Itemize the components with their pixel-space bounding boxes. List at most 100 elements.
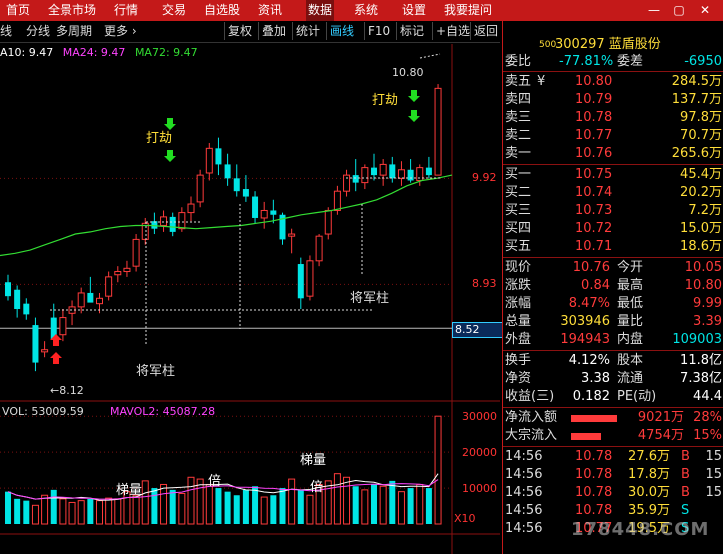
stat-value: 9.99 xyxy=(693,296,722,311)
ask-row[interactable]: 卖五 ¥10.80 284.5万 xyxy=(503,73,723,91)
bid-row[interactable]: 买一 10.75 45.4万 xyxy=(503,166,723,184)
ask-row[interactable]: 卖二 10.77 70.7万 xyxy=(503,127,723,145)
bid-volume: 15.0万 xyxy=(680,221,722,236)
stat-row: 现价 10.76 今开 10.05 xyxy=(503,259,723,277)
tick-time: 14:56 xyxy=(505,449,543,464)
down-arrow-icon xyxy=(408,90,420,102)
candle-body xyxy=(59,317,67,336)
menu-item-8[interactable]: 设置 xyxy=(402,0,426,21)
candle-body xyxy=(5,282,11,297)
bid-label: 买四 xyxy=(505,221,532,236)
tick-side: S xyxy=(681,503,690,518)
volume-annotation: 梯量 xyxy=(116,483,142,498)
toolbar-button-6[interactable]: +自选 xyxy=(432,22,473,40)
tick-count: 15 xyxy=(705,485,722,500)
bid-row[interactable]: 买四 10.72 15.0万 xyxy=(503,220,723,238)
stat-label: 涨跌 xyxy=(505,278,532,293)
candle-body xyxy=(434,87,442,176)
volume-bar xyxy=(23,500,30,524)
volume-bar xyxy=(151,488,158,524)
ask-row[interactable]: 卖一 10.76 265.6万 xyxy=(503,145,723,163)
toolbar-button-0[interactable]: 复权 xyxy=(224,22,255,40)
stat-value: 10.05 xyxy=(684,260,722,275)
volume-bar xyxy=(77,500,85,525)
stat-value: 10.80 xyxy=(684,278,722,293)
stock-title[interactable]: 300297 蓝盾股份 xyxy=(555,33,661,52)
ask-volume: 137.7万 xyxy=(671,92,722,107)
candle-body xyxy=(187,203,195,214)
menu-item-4[interactable]: 自选股 xyxy=(204,0,240,21)
close-icon[interactable]: ✕ xyxy=(694,0,716,21)
volume-bar xyxy=(252,486,259,524)
candle-body xyxy=(315,235,323,262)
menu-item-3[interactable]: 交易 xyxy=(162,0,186,21)
last-price-label: 8.52 xyxy=(452,322,504,338)
volume-bar xyxy=(343,476,351,525)
stat-row: 收益(三) 0.182 PE(动) 44.4 xyxy=(503,388,723,406)
candle-body xyxy=(416,167,424,181)
bid-label: 买一 xyxy=(505,167,532,182)
price-axis-label: 9.92 xyxy=(472,171,497,185)
tick-time: 14:56 xyxy=(505,521,543,536)
panel-divider xyxy=(503,164,723,165)
volume-bar xyxy=(141,480,149,525)
tick-price: 10.78 xyxy=(575,503,613,518)
chart-toolbar: 线分线 多周期 更多 › 复权 叠加 统计 画线 F10 标记 +自选 返回 xyxy=(0,21,500,43)
toolbar-button-7[interactable]: 返回 xyxy=(470,22,501,40)
guide-line xyxy=(419,53,441,59)
ma72-line xyxy=(0,174,453,257)
period-tab-3[interactable]: 更多 › xyxy=(104,22,137,41)
tick-volume: 30.0万 xyxy=(628,485,670,500)
volume-bar xyxy=(361,489,369,525)
candle-body xyxy=(306,260,314,297)
volume-bar xyxy=(288,478,296,525)
candle-body xyxy=(252,196,259,218)
volume-bar xyxy=(242,489,249,524)
flow-row: 大宗流入 4754万 15% xyxy=(503,427,723,445)
period-tab-1[interactable]: 分线 xyxy=(26,22,50,41)
bid-row[interactable]: 买五 10.71 18.6万 xyxy=(503,238,723,256)
ask-price: 10.76 xyxy=(575,146,613,161)
tick-side: B xyxy=(681,467,690,482)
menu-item-6[interactable]: 数据 xyxy=(306,0,335,21)
period-tab-0[interactable]: 线 xyxy=(0,22,12,41)
minimize-icon[interactable]: — xyxy=(643,0,665,21)
stat-value: 0.182 xyxy=(572,389,610,404)
toolbar-button-3[interactable]: 画线 xyxy=(326,22,357,40)
volume-bar xyxy=(352,486,359,524)
ask-row[interactable]: 卖三 10.78 97.8万 xyxy=(503,109,723,127)
toolbar-button-2[interactable]: 统计 xyxy=(292,22,323,40)
candle-body xyxy=(205,147,213,174)
ask-label: 卖三 xyxy=(505,110,532,125)
toolbar-button-5[interactable]: 标记 xyxy=(396,22,427,40)
period-tab-2[interactable]: 多周期 xyxy=(56,22,92,41)
ask-label: 卖二 xyxy=(505,128,532,143)
volume-bar xyxy=(215,488,222,524)
bid-row[interactable]: 买二 10.74 20.2万 xyxy=(503,184,723,202)
tick-price: 10.78 xyxy=(575,449,613,464)
maximize-icon[interactable]: ▢ xyxy=(668,0,690,21)
menu-item-2[interactable]: 行情 xyxy=(114,0,138,21)
toolbar-button-1[interactable]: 叠加 xyxy=(258,22,289,40)
menu-item-5[interactable]: 资讯 xyxy=(258,0,282,21)
volume-bar xyxy=(59,498,67,525)
volume-bar xyxy=(87,498,94,524)
menu-item-1[interactable]: 全景市场 xyxy=(48,0,96,21)
kline-chart[interactable]: VOL: 53009.59 MAVOL2: 45087.28 30000 20000 1… xyxy=(0,44,500,554)
bid-row[interactable]: 买三 10.73 7.2万 xyxy=(503,202,723,220)
menu-item-7[interactable]: 系统 xyxy=(354,0,378,21)
volume-bar xyxy=(169,489,176,524)
toolbar-button-4[interactable]: F10 xyxy=(364,22,393,40)
volume-bar xyxy=(196,478,204,525)
flow-value: 4754万 xyxy=(637,428,684,443)
menu-item-0[interactable]: 首页 xyxy=(6,0,30,21)
tick-count: 15 xyxy=(705,449,722,464)
volume-bar xyxy=(379,485,387,525)
ask-row[interactable]: 卖四 10.79 137.7万 xyxy=(503,91,723,109)
flow-row: 净流入额 9021万 28% xyxy=(503,409,723,427)
stock-name: 蓝盾股份 xyxy=(608,37,661,52)
menu-item-9[interactable]: 我要提问 xyxy=(444,0,492,21)
stat-row: 净资 3.38 流通 7.38亿 xyxy=(503,370,723,388)
volume-multiplier: X10 xyxy=(454,512,476,525)
chart-annotation: 打劫 xyxy=(146,131,172,146)
